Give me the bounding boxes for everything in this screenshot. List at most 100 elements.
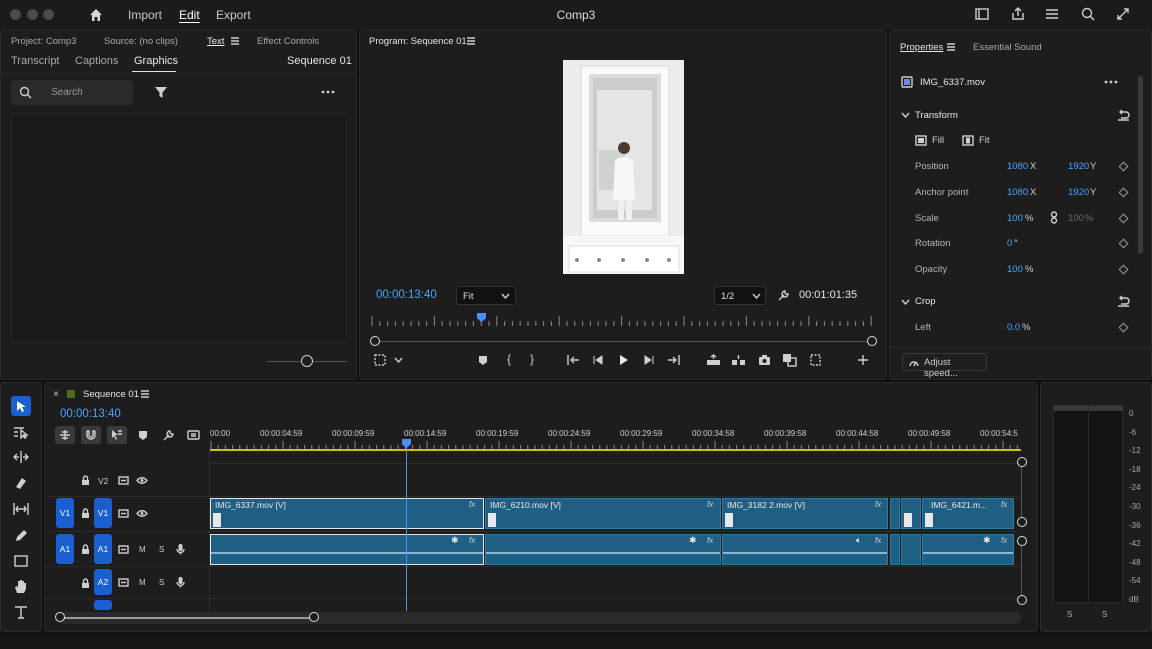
audio-clip[interactable]: ✱ fx (210, 534, 484, 565)
timeline-zoom-handle-right[interactable] (309, 612, 319, 622)
audio-tracks-scroll-handle-bottom[interactable] (1017, 595, 1027, 605)
solo-a2-button[interactable]: S (159, 578, 164, 587)
panel-layout-icon[interactable] (974, 6, 990, 22)
tab-effect-controls[interactable]: Effect Controls (257, 36, 319, 47)
scale-value[interactable]: 100 (1007, 213, 1023, 224)
video-clip[interactable]: IMG_6337.mov [V] fx (210, 498, 484, 529)
track-label-v2[interactable]: V2 (98, 476, 108, 486)
home-icon[interactable] (88, 7, 104, 23)
lift-icon[interactable] (706, 354, 721, 366)
transform-section-title[interactable]: Transform (915, 110, 958, 121)
position-y-value[interactable]: 1920 (1068, 161, 1089, 172)
tab-essential-sound[interactable]: Essential Sound (973, 42, 1042, 53)
program-timecode[interactable]: 00:00:13:40 (376, 289, 437, 301)
video-clip[interactable]: IMG_6421.m... fx (922, 498, 1014, 529)
fit-dropdown[interactable]: Fit (456, 286, 516, 305)
chevron-down-icon[interactable] (901, 112, 910, 118)
zoom-handle-left[interactable] (370, 336, 380, 346)
minimize-window-button[interactable] (27, 9, 38, 20)
monitor-time-ruler[interactable] (370, 314, 878, 328)
more-options-icon[interactable] (1104, 80, 1118, 84)
solo-left-button[interactable]: S (1067, 610, 1072, 619)
track-target-a1[interactable]: A1 (94, 534, 112, 564)
wrench-icon[interactable] (162, 429, 175, 442)
video-clip[interactable]: IMG_6210.mov [V] fx (485, 498, 721, 529)
audio-clip[interactable]: 🔈︎ fx (722, 534, 888, 565)
insert-sequence-button[interactable] (55, 426, 75, 444)
audio-clip[interactable]: ✱ fx (922, 534, 1014, 565)
solo-a1-button[interactable]: S (159, 545, 164, 554)
mark-in-icon[interactable]: { (507, 352, 511, 366)
menu-import[interactable]: Import (128, 8, 162, 22)
menu-edit[interactable]: Edit (179, 8, 200, 22)
step-back-icon[interactable] (593, 355, 604, 365)
rectangle-tool-icon[interactable] (13, 554, 29, 568)
microphone-icon[interactable] (176, 543, 185, 555)
sequence-tab[interactable]: Sequence 01 (83, 389, 139, 400)
export-frame-icon[interactable] (758, 354, 771, 366)
captions-icon[interactable] (187, 430, 200, 440)
share-icon[interactable] (1010, 6, 1026, 22)
scale-keyframe-toggle[interactable] (1118, 213, 1129, 224)
opacity-value[interactable]: 100 (1007, 264, 1023, 275)
tab-graphics[interactable]: Graphics (134, 55, 178, 67)
anchor-y-value[interactable]: 1920 (1068, 187, 1089, 198)
lock-icon[interactable] (81, 544, 90, 555)
mark-out-icon[interactable]: } (530, 352, 534, 366)
microphone-icon[interactable] (176, 576, 185, 588)
safe-margins-icon[interactable] (374, 354, 386, 366)
razor-icon[interactable] (13, 476, 29, 490)
crop-left-value[interactable]: 0.0 (1007, 322, 1020, 333)
hand-icon[interactable] (13, 579, 29, 594)
add-marker-icon[interactable] (138, 430, 148, 441)
eye-icon[interactable] (136, 509, 148, 518)
reset-icon[interactable] (1117, 109, 1130, 121)
video-clip[interactable]: IMG_3182 2.mov [V] fx (722, 498, 888, 529)
timeline-timecode[interactable]: 00:00:13:40 (60, 408, 121, 420)
comparison-view-icon[interactable] (782, 353, 797, 367)
proxy-toggle-icon[interactable] (809, 353, 822, 367)
audio-clip[interactable] (901, 534, 921, 565)
video-tracks-scrollbar[interactable] (1021, 467, 1022, 517)
linked-selection-button[interactable] (107, 426, 127, 444)
sync-lock-icon[interactable] (118, 509, 129, 518)
tab-captions[interactable]: Captions (75, 55, 118, 67)
go-to-in-icon[interactable] (567, 354, 580, 366)
close-window-button[interactable] (10, 9, 21, 20)
crop-left-keyframe-toggle[interactable] (1118, 322, 1129, 333)
snap-button[interactable] (81, 426, 101, 444)
audio-tracks-scrollbar[interactable] (1021, 546, 1022, 596)
properties-menu-icon[interactable] (946, 43, 956, 51)
tab-properties[interactable]: Properties (900, 42, 943, 53)
lock-icon[interactable] (81, 508, 90, 519)
link-icon[interactable] (1050, 211, 1058, 224)
button-editor-add-icon[interactable] (857, 354, 869, 366)
track-select-icon[interactable] (13, 425, 29, 439)
menu-export[interactable]: Export (216, 8, 251, 22)
close-sequence-icon[interactable]: × (53, 389, 59, 400)
wrench-icon[interactable] (777, 289, 790, 302)
add-marker-icon[interactable] (478, 355, 488, 366)
mute-a1-button[interactable]: M (139, 545, 146, 554)
track-target-a3[interactable] (94, 600, 112, 610)
rotation-keyframe-toggle[interactable] (1118, 238, 1129, 249)
position-keyframe-toggle[interactable] (1118, 161, 1129, 172)
more-options-icon[interactable] (321, 90, 335, 94)
tab-source[interactable]: Source: (no clips) (104, 36, 178, 47)
tab-transcript[interactable]: Transcript (11, 55, 60, 67)
fit-icon[interactable] (962, 135, 974, 146)
audio-clip[interactable] (890, 534, 900, 565)
filter-icon[interactable] (154, 85, 168, 99)
fit-label[interactable]: Fit (979, 135, 990, 146)
properties-scrollbar[interactable] (1138, 76, 1143, 254)
type-tool-icon[interactable] (13, 605, 29, 619)
sync-lock-icon[interactable] (118, 476, 129, 485)
mute-a2-button[interactable]: M (139, 578, 146, 587)
video-tracks-scroll-handle-top[interactable] (1017, 457, 1027, 467)
zoom-handle-right[interactable] (867, 336, 877, 346)
eye-icon[interactable] (136, 476, 148, 485)
audio-clip[interactable]: ✱ fx (485, 534, 721, 565)
text-panel-menu-icon[interactable] (230, 37, 240, 45)
sequence-menu-icon[interactable] (140, 390, 150, 398)
sync-lock-icon[interactable] (118, 578, 129, 587)
